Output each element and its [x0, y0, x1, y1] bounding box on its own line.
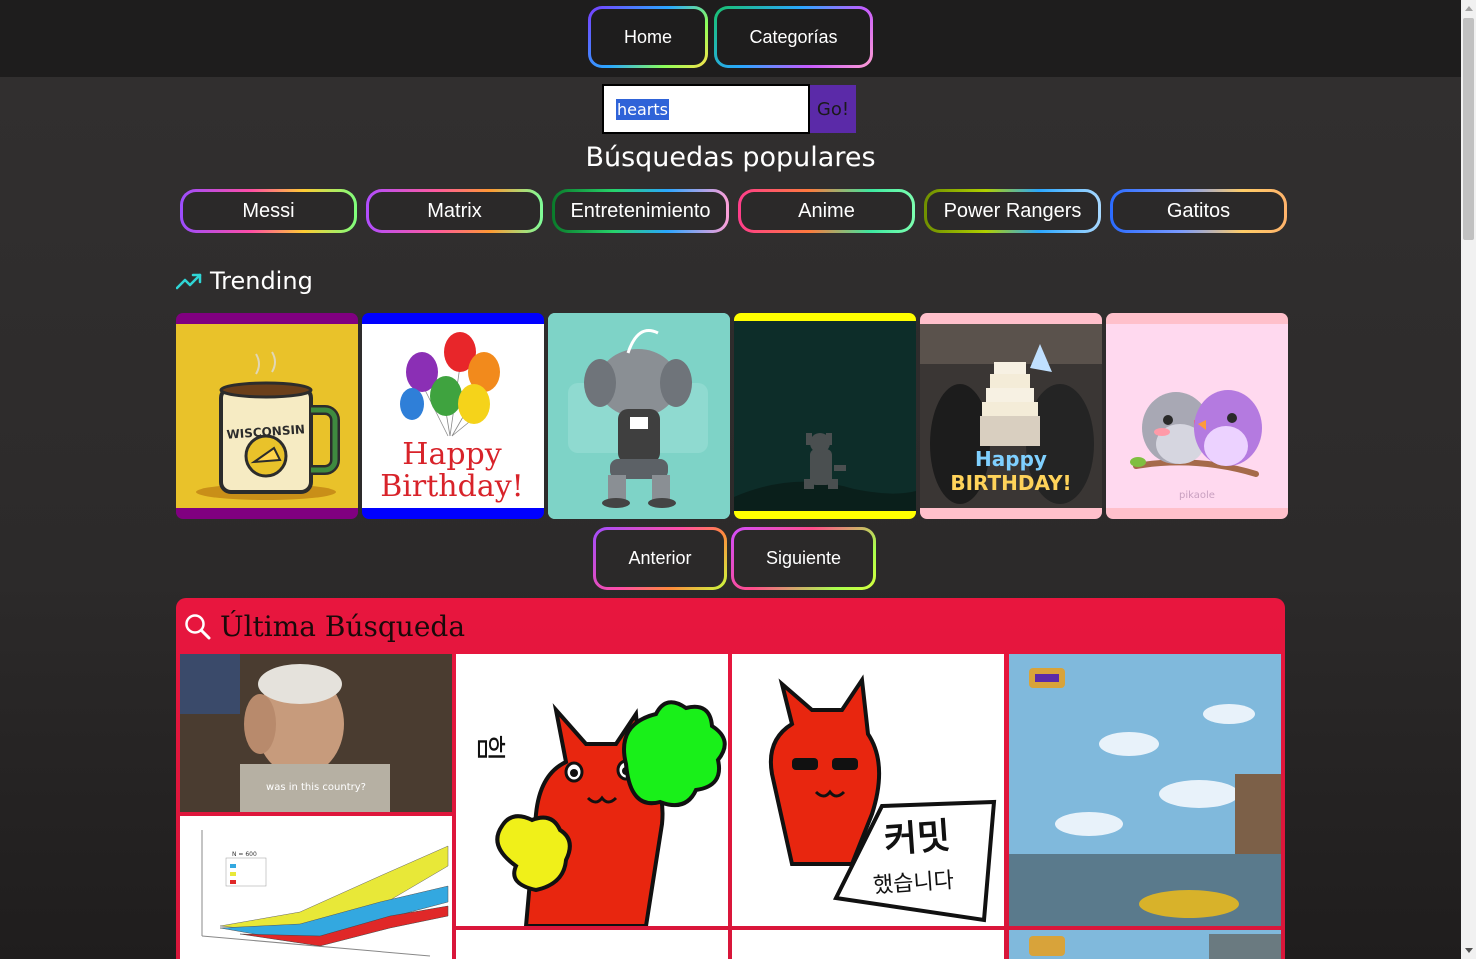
trending-gif-row: WISCONSIN Happy Birthday! Happy BIRTHDAY… [176, 313, 1288, 519]
gif-result[interactable]: 커밋 했습니다 [732, 654, 1004, 926]
trending-gif-card[interactable]: pikaole [1106, 313, 1288, 519]
chip-label: Matrix [369, 192, 540, 230]
trending-title: Trending [210, 267, 313, 295]
card-text-line1: Happy [975, 447, 1047, 471]
go-button[interactable]: Go! [810, 85, 856, 133]
scroll-up-arrow-icon[interactable] [1465, 6, 1473, 11]
trending-heading: Trending [176, 267, 313, 295]
card-text-line1: Happy [402, 437, 501, 472]
pagination: Anterior Siguiente [593, 527, 876, 590]
trending-gif-card[interactable]: Happy Birthday! [362, 313, 544, 519]
popular-chip-anime[interactable]: Anime [738, 189, 915, 233]
card-text-line2: Birthday! [380, 469, 523, 504]
gif-result[interactable]: was in this country? [180, 654, 452, 812]
trending-gif-image: Happy BIRTHDAY! [920, 324, 1102, 508]
trending-gif-image [548, 313, 730, 519]
search-input[interactable]: hearts [602, 84, 810, 134]
gif-result[interactable] [1009, 654, 1281, 926]
popular-chip-messi[interactable]: Messi [180, 189, 357, 233]
categories-button[interactable]: Categorías [714, 6, 873, 68]
trending-gif-image: WISCONSIN [176, 324, 358, 508]
gif-red-cat-commit: 커밋 했습니다 [769, 674, 997, 923]
gif-text: 힘 [472, 734, 507, 762]
trending-gif-image: Happy Birthday! [362, 324, 544, 508]
trending-gif-card[interactable]: WISCONSIN [176, 313, 358, 519]
chip-label: Power Rangers [927, 192, 1098, 230]
popular-searches-title: Búsquedas populares [585, 142, 876, 173]
gif-result[interactable] [732, 930, 1004, 959]
popular-chip-matrix[interactable]: Matrix [366, 189, 543, 233]
card-text-line2: BIRTHDAY! [950, 471, 1071, 495]
chip-label: Messi [183, 192, 354, 230]
trending-gif-card[interactable] [548, 313, 730, 519]
next-page-label: Siguiente [734, 530, 873, 587]
search-icon [185, 613, 211, 639]
lovebirds-illustration: pikaole [1130, 390, 1262, 501]
chip-label: Gatitos [1113, 192, 1284, 230]
elephant-illustration [568, 329, 708, 508]
last-search-title: Última Búsqueda [220, 610, 466, 643]
gif-3d-surface-chart: N = 600 [201, 830, 449, 957]
search-form: hearts Go! [602, 84, 856, 134]
gif-result[interactable] [1009, 930, 1281, 959]
home-button[interactable]: Home [588, 6, 708, 68]
gif-man-on-phone: was in this country? [180, 654, 452, 812]
chip-label: Entretenimiento [555, 192, 726, 230]
popular-searches-list: Messi Matrix Entretenimiento Anime Power… [180, 189, 1287, 233]
card-watermark: pikaole [1179, 490, 1215, 501]
gif-result[interactable]: N = 600 [180, 816, 452, 959]
trending-gif-card[interactable] [734, 313, 916, 519]
home-button-label: Home [591, 9, 705, 65]
categories-button-label: Categorías [717, 9, 870, 65]
top-nav-bar: Home Categorías [0, 0, 1461, 77]
dog-night-illustration [734, 433, 916, 511]
gif-result[interactable]: 힘 [456, 654, 728, 926]
prev-page-button[interactable]: Anterior [593, 527, 727, 590]
last-search-panel: Última Búsqueda was in this country? N =… [176, 598, 1285, 959]
gif-red-cat-strong: 힘 [472, 700, 727, 926]
gif-text-line1: 커밋 [883, 816, 952, 862]
prev-page-label: Anterior [596, 530, 724, 587]
popular-chip-entretenimiento[interactable]: Entretenimiento [552, 189, 729, 233]
gif-result[interactable] [456, 930, 728, 959]
chart-legend-title: N = 600 [232, 851, 257, 858]
next-page-button[interactable]: Siguiente [731, 527, 876, 590]
trending-gif-card[interactable]: Happy BIRTHDAY! [920, 313, 1102, 519]
search-input-value: hearts [616, 98, 669, 120]
scrollbar-thumb[interactable] [1463, 18, 1474, 240]
birthday-balloons-illustration: Happy Birthday! [380, 332, 524, 504]
gif-sky-city-scene [1009, 654, 1281, 926]
gif-sky-city-scene-2 [1009, 930, 1281, 959]
trending-gif-image: pikaole [1106, 324, 1288, 508]
vertical-scrollbar[interactable] [1461, 0, 1476, 959]
trending-gif-image [734, 321, 916, 511]
chip-label: Anime [741, 192, 912, 230]
mug-illustration: WISCONSIN [196, 351, 340, 500]
last-search-heading: Última Búsqueda [184, 610, 465, 643]
birthday-cake-illustration: Happy BIRTHDAY! [920, 324, 1102, 508]
trending-up-icon [176, 273, 202, 290]
scroll-down-arrow-icon[interactable] [1465, 948, 1473, 953]
popular-chip-power-rangers[interactable]: Power Rangers [924, 189, 1101, 233]
gif-caption: was in this country? [266, 782, 366, 793]
popular-chip-gatitos[interactable]: Gatitos [1110, 189, 1287, 233]
